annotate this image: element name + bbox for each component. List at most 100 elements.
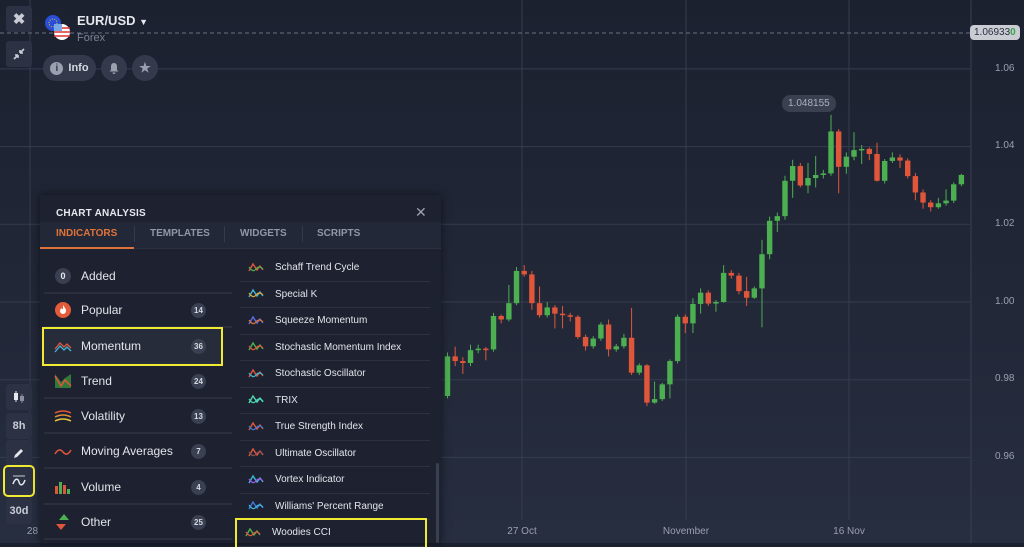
category-label: Popular <box>81 302 123 317</box>
indicator-label: Special K <box>275 288 318 300</box>
candle-body <box>705 292 711 304</box>
category-label: Added <box>81 268 116 283</box>
chart-type-button[interactable] <box>6 384 32 410</box>
indicator-label: Woodies CCI <box>272 527 331 539</box>
candle-body <box>659 384 665 400</box>
candle-body <box>943 200 949 204</box>
candle-body <box>958 174 965 185</box>
candle-body <box>743 291 750 298</box>
indicator-schaff-trend-cycle[interactable]: Schaff Trend Cycle <box>240 255 430 282</box>
candle-body <box>529 274 535 304</box>
candle-body <box>567 315 573 317</box>
indicator-list-scrollbar[interactable] <box>436 463 439 543</box>
tab-templates[interactable]: TEMPLATES <box>150 228 210 239</box>
candlestick-icon <box>14 391 24 403</box>
panel-close-button[interactable]: ✕ <box>415 204 427 221</box>
candle-body <box>590 338 596 347</box>
timeframe-button[interactable]: 8h <box>6 413 32 439</box>
candle-body <box>881 160 888 181</box>
candle-body <box>759 254 765 289</box>
tab-scripts[interactable]: SCRIPTS <box>317 228 360 239</box>
indicator-true-strength-index[interactable]: True Strength Index <box>240 414 430 441</box>
category-label: Other <box>81 514 112 529</box>
period-button[interactable]: 30d <box>6 498 32 524</box>
category-popular[interactable]: Popular 14 <box>44 293 232 328</box>
info-button[interactable]: i Info <box>43 55 96 81</box>
candle-body <box>490 315 497 350</box>
candle-body <box>851 150 857 157</box>
pencil-icon <box>14 449 23 458</box>
category-trend[interactable]: Trend 24 <box>44 364 232 399</box>
category-volume[interactable]: Volume 4 <box>44 470 232 505</box>
indicators-button[interactable] <box>3 465 35 497</box>
category-other[interactable]: Other 25 <box>44 505 232 540</box>
indicator-label: Squeeze Momentum <box>275 315 368 327</box>
tab-divider <box>134 226 135 242</box>
category-count-badge: 25 <box>191 515 206 530</box>
category-count-badge: 4 <box>191 480 206 495</box>
indicator-8-icon <box>248 474 264 484</box>
indicator-label: Williams' Percent Range <box>275 500 384 512</box>
candle-body <box>897 157 903 161</box>
indicator-special-k[interactable]: Special K <box>240 282 430 308</box>
high-price-tag: 1.048155 <box>782 95 836 112</box>
category-count-badge: 24 <box>191 374 206 389</box>
indicator-9-icon <box>248 500 264 510</box>
category-label: Volume <box>81 479 122 494</box>
candle-body <box>928 202 934 208</box>
indicator-label: Ultimate Oscillator <box>275 447 357 459</box>
candle-body <box>521 270 527 275</box>
candle-body <box>605 324 612 350</box>
tab-widgets[interactable]: WIDGETS <box>240 228 287 239</box>
indicator-label: Stochastic Momentum Index <box>275 341 402 353</box>
indicator-squeeze-momentum[interactable]: Squeeze Momentum <box>240 308 430 335</box>
close-chart-button[interactable]: ✖ <box>6 6 32 32</box>
candle-body <box>812 174 819 179</box>
candle-body <box>920 192 926 203</box>
y-tick-label: 1.02 <box>995 218 1015 229</box>
indicator-stochastic-oscillator[interactable]: Stochastic Oscillator <box>240 361 430 388</box>
candle-body <box>613 346 619 350</box>
candle-body <box>483 348 489 351</box>
current-price: 1.06933 <box>974 27 1011 38</box>
candle-body <box>460 361 466 363</box>
category-momentum[interactable]: Momentum 36 <box>42 327 223 366</box>
indicator-vortex-indicator[interactable]: Vortex Indicator <box>240 467 430 494</box>
indicator-ultimate-oscillator[interactable]: Ultimate Oscillator <box>240 441 430 467</box>
fire-icon <box>54 301 72 319</box>
candle-body <box>452 356 458 362</box>
indicator-trix[interactable]: TRIX <box>240 388 430 414</box>
category-moving-averages[interactable]: Moving Averages 7 <box>44 434 232 469</box>
category-volatility[interactable]: Volatility 13 <box>44 399 232 434</box>
candle-body <box>766 220 773 255</box>
info-label: Info <box>68 62 89 74</box>
candle-body <box>667 361 673 385</box>
moving-average-icon <box>54 442 72 460</box>
compress-button[interactable] <box>6 41 32 67</box>
candle-body <box>858 148 865 151</box>
candle-body <box>582 336 589 347</box>
indicator-label: TRIX <box>275 394 298 406</box>
indicator-stochastic-momentum-index[interactable]: Stochastic Momentum Index <box>240 335 430 361</box>
alerts-button[interactable] <box>101 55 127 81</box>
category-added[interactable]: 0 Added <box>44 259 232 294</box>
indicator-williams-percent-range[interactable]: Williams' Percent Range <box>240 494 430 520</box>
candle-body <box>843 156 850 167</box>
indicator-1-icon <box>248 288 264 298</box>
candle-body <box>935 203 942 208</box>
drawing-tools-button[interactable] <box>6 440 32 466</box>
active-tab-indicator <box>40 247 134 249</box>
panel-title: CHART ANALYSIS <box>56 208 146 219</box>
candle-body <box>552 307 558 314</box>
panel-tabs: INDICATORS TEMPLATES WIDGETS SCRIPTS <box>40 222 441 249</box>
close-icon: ✕ <box>415 204 427 220</box>
tab-indicators[interactable]: INDICATORS <box>56 228 117 239</box>
candle-body <box>682 316 688 324</box>
info-icon: i <box>50 61 64 75</box>
favorite-button[interactable]: ★ <box>132 55 158 81</box>
candle-body <box>628 337 635 373</box>
category-count-badge: 14 <box>191 303 206 318</box>
current-price-tag: 1.069330 <box>970 25 1020 40</box>
candle-body <box>690 303 696 324</box>
candle-body <box>874 153 880 181</box>
